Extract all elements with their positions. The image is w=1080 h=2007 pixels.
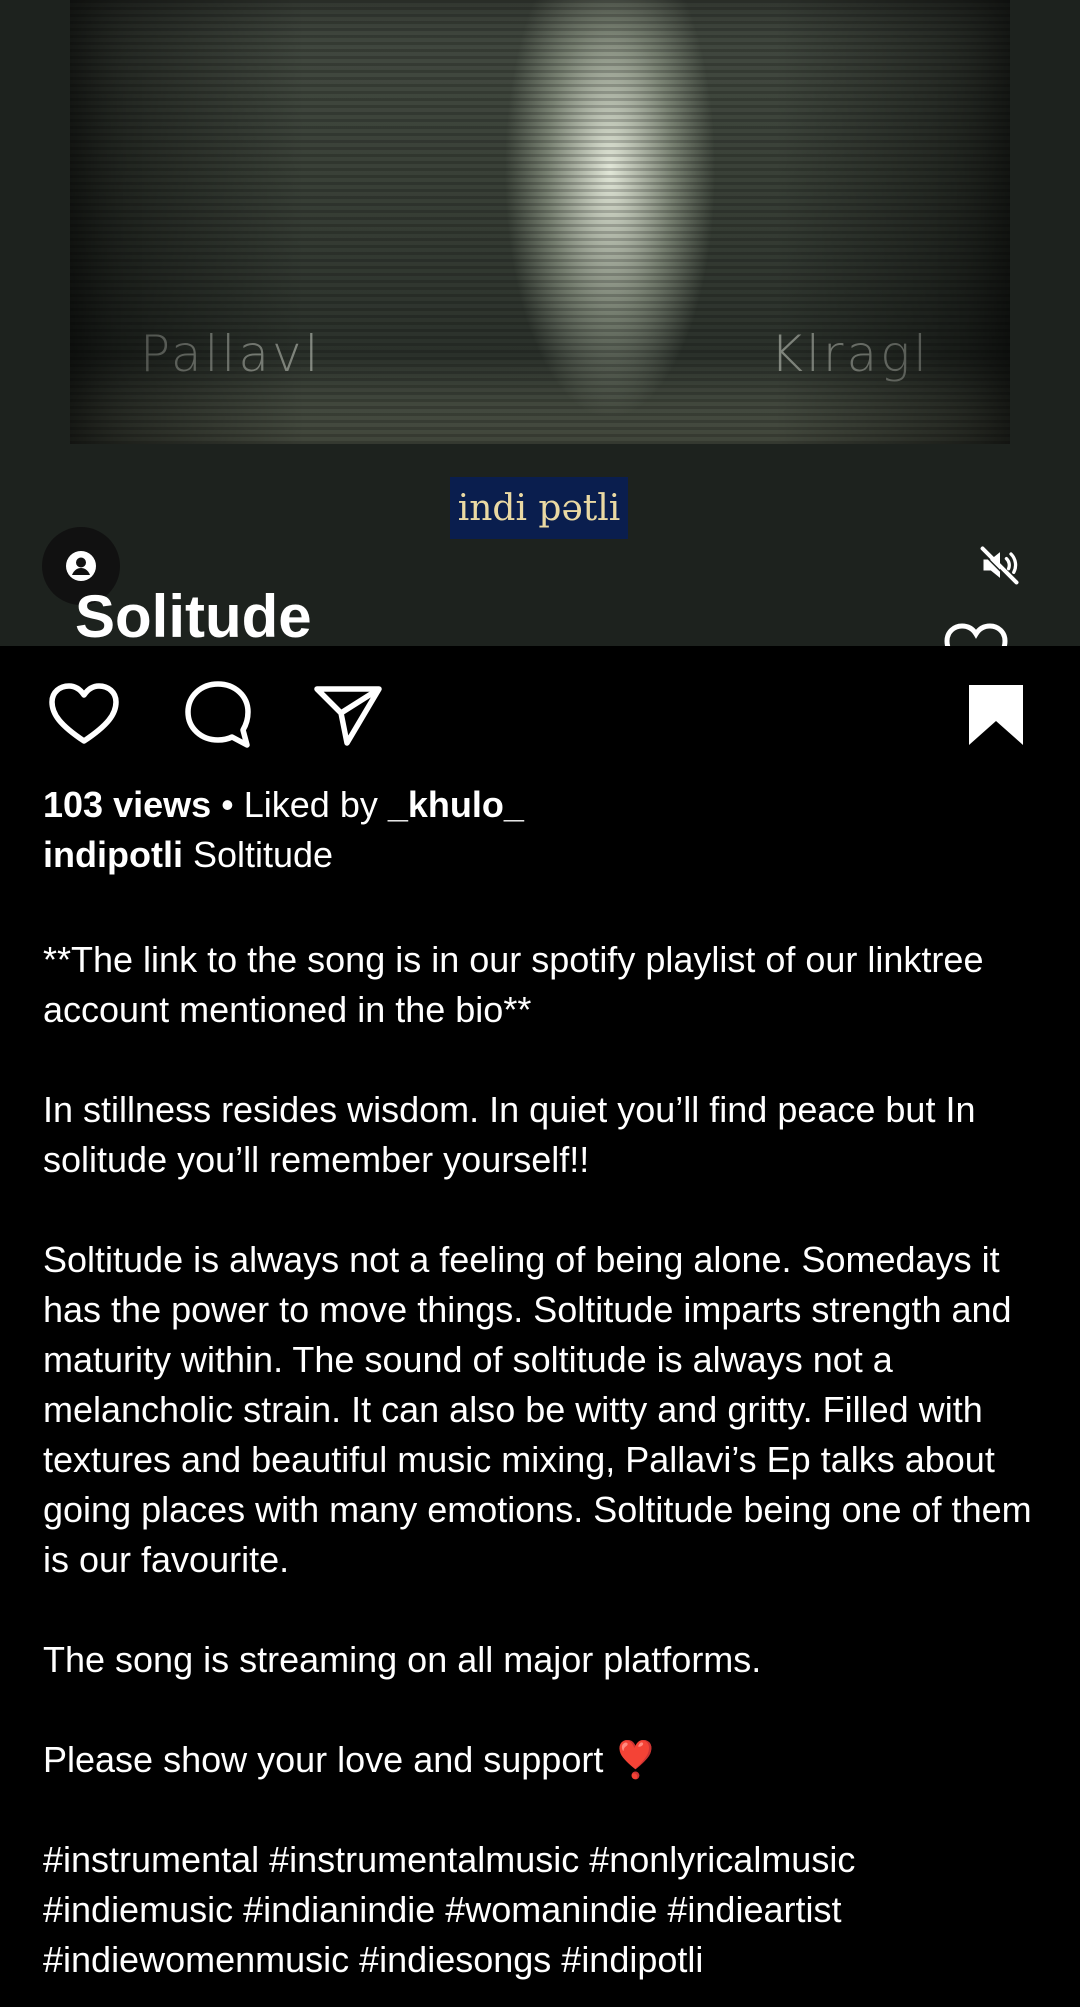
hashtags[interactable]: #instrumental #instrumentalmusic #nonlyr… [43, 1835, 1043, 1985]
send-icon [314, 686, 382, 746]
post-caption: **The link to the song is in our spotify… [43, 935, 1043, 1985]
comment-button[interactable] [178, 670, 258, 760]
engagement-line: 103 views • Liked by _khulo_ [43, 780, 1043, 830]
post-meta: 103 views • Liked by _khulo_ indipotli S… [43, 780, 1043, 880]
profile-icon [66, 551, 96, 581]
reel-like-partial[interactable] [943, 623, 1009, 646]
comment-icon [185, 681, 251, 748]
caption-paragraph: The song is streaming on all major platf… [43, 1639, 762, 1680]
post-actions [0, 670, 1080, 760]
caption-title: Soltitude [182, 834, 334, 875]
author-username[interactable]: indipotli [43, 834, 183, 875]
heart-icon [944, 623, 1008, 646]
caption-header: indipotli Soltitude [43, 830, 1043, 880]
volume-muted-icon [979, 546, 1019, 586]
save-button[interactable] [956, 670, 1036, 760]
song-title: Solitude [75, 583, 312, 647]
caption-paragraph: Soltitude is always not a feeling of bei… [43, 1239, 1032, 1580]
caption-paragraph: In stillness resides wisdom. In quiet yo… [43, 1089, 976, 1180]
artwork-artist-left: Pallavl [140, 325, 322, 383]
heart-icon [49, 683, 119, 744]
brand-logo: indi pətli [450, 477, 628, 539]
caption-paragraph: Please show your love and support ❣️ [43, 1739, 659, 1780]
share-button[interactable] [308, 670, 388, 760]
caption-paragraph: **The link to the song is in our spotify… [43, 939, 984, 1030]
bookmark-icon [969, 685, 1023, 745]
mute-button[interactable] [960, 530, 1040, 600]
artwork-artist-right: Klragl [770, 325, 930, 383]
liked-by-user[interactable]: _khulo_ [388, 784, 524, 825]
like-button[interactable] [44, 670, 124, 760]
liked-by-prefix: Liked by [243, 784, 388, 825]
album-artwork: Pallavl Klragl [70, 0, 1010, 444]
reel-media[interactable]: Pallavl Klragl indi pətli Solitude [0, 0, 1080, 646]
views-count: 103 views [43, 784, 212, 825]
separator: • [211, 784, 244, 825]
